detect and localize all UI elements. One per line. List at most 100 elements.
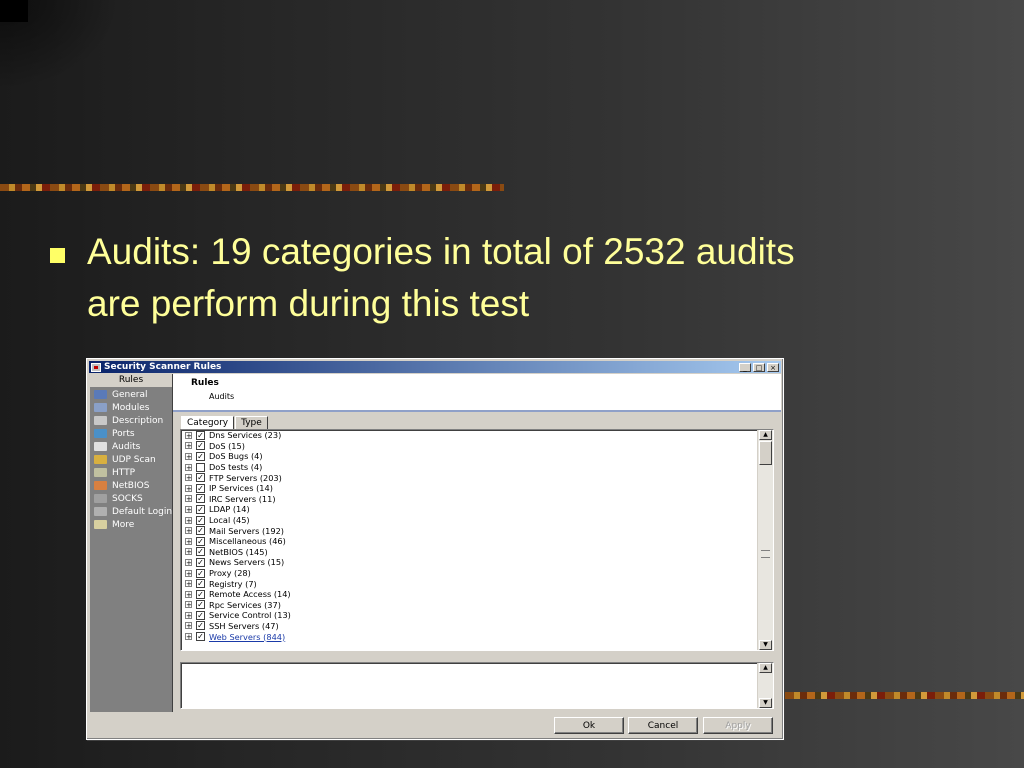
expand-icon[interactable]: + [185,484,192,492]
category-checkbox[interactable]: ✓ [196,557,205,567]
tree-row[interactable]: + ✓ IP Services (14) [181,483,773,494]
expand-icon[interactable]: + [185,442,192,450]
desc-scroll-up-button[interactable]: ▲ [759,663,772,673]
sidebar-item-more[interactable]: More [90,518,172,531]
expand-icon[interactable]: + [185,601,192,609]
category-label[interactable]: Web Servers (844) [209,632,285,642]
category-checkbox[interactable]: ✓ [196,441,205,451]
scroll-grip [761,550,770,558]
expand-icon[interactable]: + [185,495,192,503]
http-icon [94,468,107,477]
category-checkbox[interactable]: ✓ [196,526,205,536]
expand-icon[interactable]: + [185,431,192,439]
scroll-thumb[interactable] [759,441,772,465]
tree-row[interactable]: + ✓ DoS Bugs (4) [181,451,773,462]
expand-icon[interactable]: + [185,516,192,524]
expand-icon[interactable]: + [185,633,192,641]
expand-icon[interactable]: + [185,580,192,588]
category-checkbox[interactable]: ✓ [196,504,205,514]
cancel-button[interactable]: Cancel [628,717,698,734]
expand-icon[interactable]: + [185,558,192,566]
default-logins-icon [94,507,107,516]
sidebar-item-label: NetBIOS [112,480,150,491]
security-scanner-rules-window: Security Scanner Rules _ □ × Rules Gener… [86,358,784,740]
description-scrollbar[interactable]: ▲ ▼ [757,663,773,708]
tree-row[interactable]: + ✓ Remote Access (14) [181,589,773,600]
expand-icon[interactable]: + [185,474,192,482]
sidebar-item-netbios[interactable]: NetBIOS [90,479,172,492]
category-label: Mail Servers (192) [209,525,284,536]
description-icon [94,416,107,425]
expand-icon[interactable]: + [185,537,192,545]
category-checkbox[interactable]: ✓ [196,600,205,610]
tree-row[interactable]: + ✓ LDAP (14) [181,504,773,515]
audits-icon [94,442,107,451]
expand-icon[interactable]: + [185,527,192,535]
desc-scroll-down-button[interactable]: ▼ [759,698,772,708]
sidebar-item-default-logins[interactable]: Default Logins [90,505,172,518]
category-checkbox[interactable] [196,462,205,472]
tree-row[interactable]: + ✓ Rpc Services (37) [181,600,773,611]
sidebar-item-description[interactable]: Description [90,414,172,427]
expand-icon[interactable]: + [185,505,192,513]
tree-row[interactable]: + ✓ Mail Servers (192) [181,525,773,536]
category-checkbox[interactable]: ✓ [196,621,205,631]
category-checkbox[interactable]: ✓ [196,547,205,557]
sidebar-item-general[interactable]: General [90,388,172,401]
sidebar-item-socks[interactable]: SOCKS [90,492,172,505]
category-checkbox[interactable]: ✓ [196,515,205,525]
category-checkbox[interactable]: ✓ [196,536,205,546]
ok-button[interactable]: Ok [554,717,624,734]
tree-row[interactable]: + ✓ DoS (15) [181,441,773,452]
expand-icon[interactable]: + [185,463,192,471]
tree-row[interactable]: + ✓ Web Servers (844) [181,631,773,642]
sidebar-item-udp-scan[interactable]: UDP Scan [90,453,172,466]
sidebar-item-ports[interactable]: Ports [90,427,172,440]
category-checkbox[interactable]: ✓ [196,568,205,578]
category-checkbox[interactable]: ✓ [196,579,205,589]
sidebar-item-audits[interactable]: Audits [90,440,172,453]
tree-row[interactable]: + ✓ Proxy (28) [181,568,773,579]
apply-button[interactable]: Apply [703,717,773,734]
minimize-button[interactable]: _ [739,362,751,372]
category-checkbox[interactable]: ✓ [196,430,205,440]
description-box[interactable]: ▲ ▼ [180,662,774,709]
expand-icon[interactable]: + [185,611,192,619]
category-checkbox[interactable]: ✓ [196,632,205,642]
sidebar-item-label: Modules [112,402,150,413]
sidebar-item-label: Default Logins [112,506,172,517]
expand-icon[interactable]: + [185,452,192,460]
tree-scrollbar[interactable]: ▲ ▼ [757,430,773,650]
category-checkbox[interactable]: ✓ [196,610,205,620]
tree-row[interactable]: + ✓ Local (45) [181,515,773,526]
tree-row[interactable]: + ✓ FTP Servers (203) [181,472,773,483]
tree-row[interactable]: + DoS tests (4) [181,462,773,473]
close-button[interactable]: × [767,362,779,372]
tree-row[interactable]: + ✓ SSH Servers (47) [181,621,773,632]
tree-row[interactable]: + ✓ IRC Servers (11) [181,494,773,505]
expand-icon[interactable]: + [185,569,192,577]
category-label: IP Services (14) [209,483,273,494]
tree-row[interactable]: + ✓ Miscellaneous (46) [181,536,773,547]
sidebar-items: General Modules Description Ports Audits UDP … [90,388,172,531]
tree-row[interactable]: + ✓ NetBIOS (145) [181,547,773,558]
expand-icon[interactable]: + [185,590,192,598]
expand-icon[interactable]: + [185,622,192,630]
tree-row[interactable]: + ✓ Registry (7) [181,578,773,589]
category-checkbox[interactable]: ✓ [196,451,205,461]
maximize-button[interactable]: □ [753,362,765,372]
category-checkbox[interactable]: ✓ [196,589,205,599]
sidebar-item-http[interactable]: HTTP [90,466,172,479]
category-checkbox[interactable]: ✓ [196,483,205,493]
scroll-down-button[interactable]: ▼ [759,640,772,650]
scroll-up-button[interactable]: ▲ [759,430,772,440]
category-checkbox[interactable]: ✓ [196,473,205,483]
title-bar[interactable]: Security Scanner Rules _ □ × [89,361,781,373]
sidebar-item-modules[interactable]: Modules [90,401,172,414]
category-label: Remote Access (14) [209,589,291,600]
expand-icon[interactable]: + [185,548,192,556]
tree-row[interactable]: + ✓ Service Control (13) [181,610,773,621]
tree-row[interactable]: + ✓ Dns Services (23) [181,430,773,441]
tree-row[interactable]: + ✓ News Servers (15) [181,557,773,568]
category-checkbox[interactable]: ✓ [196,494,205,504]
